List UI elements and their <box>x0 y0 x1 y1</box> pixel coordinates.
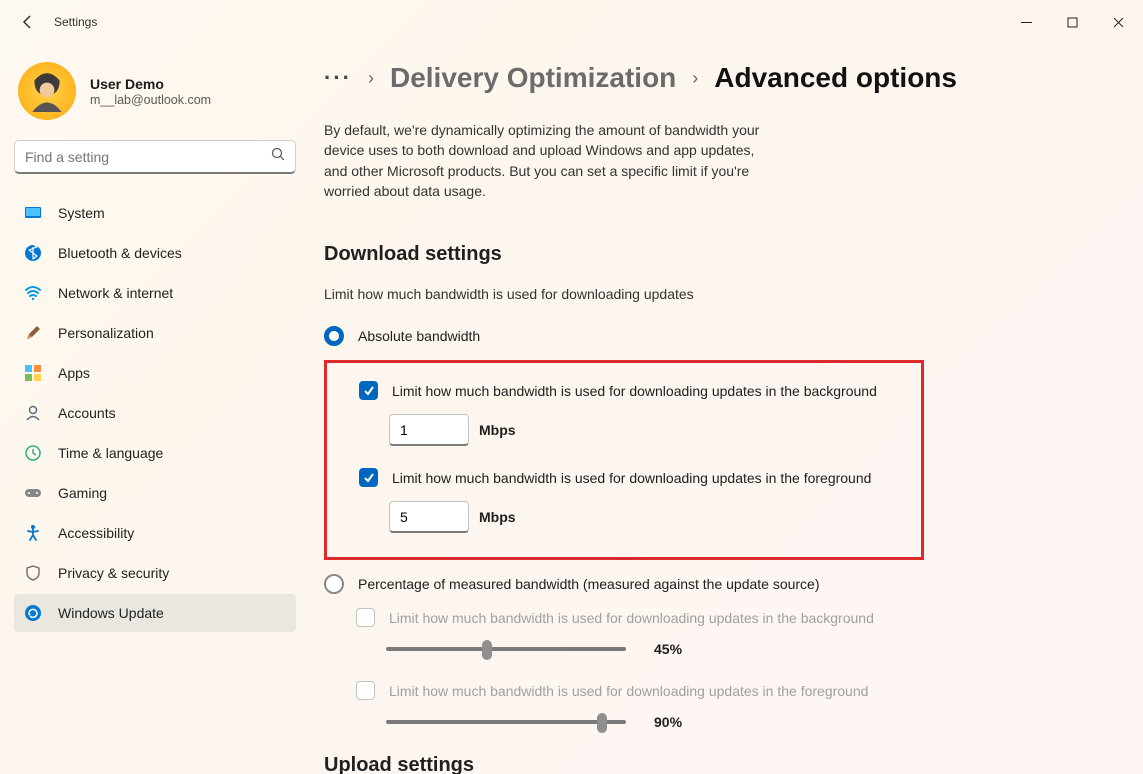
chevron-right-icon: › <box>368 68 374 89</box>
slider-thumb <box>597 713 607 733</box>
window-controls <box>1003 6 1141 38</box>
nav-item-apps[interactable]: Apps <box>14 354 296 392</box>
download-heading: Download settings <box>324 243 1115 266</box>
nav-label: Bluetooth & devices <box>58 245 182 261</box>
search-icon <box>271 147 285 166</box>
checkbox-background-limit[interactable]: Limit how much bandwidth is used for dow… <box>359 381 901 400</box>
intro-text: By default, we're dynamically optimizing… <box>324 120 764 201</box>
brush-icon <box>24 324 42 342</box>
slider-value: 90% <box>654 714 682 730</box>
slider-pct-background <box>386 647 626 651</box>
nav-label: Network & internet <box>58 285 173 301</box>
search-box[interactable] <box>14 140 296 174</box>
nav-item-accessibility[interactable]: Accessibility <box>14 514 296 552</box>
nav-item-personalization[interactable]: Personalization <box>14 314 296 352</box>
nav-label: Privacy & security <box>58 565 169 581</box>
nav-item-network[interactable]: Network & internet <box>14 274 296 312</box>
nav-list: System Bluetooth & devices Network & int… <box>14 194 296 632</box>
nav-item-time[interactable]: Time & language <box>14 434 296 472</box>
apps-icon <box>24 364 42 382</box>
unit-label: Mbps <box>479 509 516 525</box>
wifi-icon <box>24 284 42 302</box>
nav-item-privacy[interactable]: Privacy & security <box>14 554 296 592</box>
clock-icon <box>24 444 42 462</box>
gamepad-icon <box>24 484 42 502</box>
slider-pct-foreground <box>386 720 626 724</box>
accessibility-icon <box>24 524 42 542</box>
nav-label: Personalization <box>58 325 154 341</box>
checkbox-pct-foreground: Limit how much bandwidth is used for dow… <box>356 681 1115 700</box>
radio-label: Absolute bandwidth <box>358 328 480 344</box>
radio-absolute-bandwidth[interactable]: Absolute bandwidth <box>324 326 1115 346</box>
radio-icon <box>324 326 344 346</box>
foreground-mbps-input[interactable] <box>389 501 469 533</box>
nav-item-accounts[interactable]: Accounts <box>14 394 296 432</box>
close-button[interactable] <box>1095 6 1141 38</box>
nav-label: Apps <box>58 365 90 381</box>
chevron-right-icon: › <box>692 68 698 89</box>
nav-item-system[interactable]: System <box>14 194 296 232</box>
maximize-button[interactable] <box>1049 6 1095 38</box>
titlebar: Settings <box>0 0 1143 44</box>
radio-label: Percentage of measured bandwidth (measur… <box>358 576 820 592</box>
sidebar: User Demo m__lab@outlook.com System Blue… <box>0 44 310 774</box>
upload-heading: Upload settings <box>324 754 1115 774</box>
radio-percentage-bandwidth[interactable]: Percentage of measured bandwidth (measur… <box>324 574 1115 594</box>
nav-label: Accessibility <box>58 525 134 541</box>
unit-label: Mbps <box>479 422 516 438</box>
person-icon <box>24 404 42 422</box>
nav-label: Accounts <box>58 405 116 421</box>
nav-label: Windows Update <box>58 605 164 621</box>
profile-name: User Demo <box>90 76 211 92</box>
nav-item-gaming[interactable]: Gaming <box>14 474 296 512</box>
checkbox-label: Limit how much bandwidth is used for dow… <box>389 683 868 699</box>
window-title: Settings <box>54 15 97 29</box>
highlight-box: Limit how much bandwidth is used for dow… <box>324 360 924 560</box>
nav-label: Time & language <box>58 445 163 461</box>
slider-thumb <box>482 640 492 660</box>
update-icon <box>24 604 42 622</box>
breadcrumb-parent[interactable]: Delivery Optimization <box>390 62 676 94</box>
checkbox-icon <box>359 468 378 487</box>
system-icon <box>24 204 42 222</box>
profile-block[interactable]: User Demo m__lab@outlook.com <box>18 62 296 120</box>
breadcrumb-more[interactable]: ··· <box>324 65 352 91</box>
breadcrumb-current: Advanced options <box>714 62 957 94</box>
shield-icon <box>24 564 42 582</box>
checkbox-icon <box>356 608 375 627</box>
background-mbps-input[interactable] <box>389 414 469 446</box>
checkbox-label: Limit how much bandwidth is used for dow… <box>389 610 874 626</box>
nav-item-windows-update[interactable]: Windows Update <box>14 594 296 632</box>
avatar <box>18 62 76 120</box>
checkbox-icon <box>359 381 378 400</box>
nav-label: System <box>58 205 105 221</box>
minimize-button[interactable] <box>1003 6 1049 38</box>
content-area: ··· › Delivery Optimization › Advanced o… <box>310 44 1143 774</box>
checkbox-icon <box>356 681 375 700</box>
search-input[interactable] <box>25 149 271 165</box>
radio-icon <box>324 574 344 594</box>
breadcrumb: ··· › Delivery Optimization › Advanced o… <box>324 62 1115 94</box>
checkbox-foreground-limit[interactable]: Limit how much bandwidth is used for dow… <box>359 468 901 487</box>
nav-label: Gaming <box>58 485 107 501</box>
checkbox-label: Limit how much bandwidth is used for dow… <box>392 470 871 486</box>
download-subheading: Limit how much bandwidth is used for dow… <box>324 286 1115 302</box>
checkbox-label: Limit how much bandwidth is used for dow… <box>392 383 877 399</box>
profile-email: m__lab@outlook.com <box>90 93 211 107</box>
checkbox-pct-background: Limit how much bandwidth is used for dow… <box>356 608 1115 627</box>
back-button[interactable] <box>20 14 36 30</box>
nav-item-bluetooth[interactable]: Bluetooth & devices <box>14 234 296 272</box>
slider-value: 45% <box>654 641 682 657</box>
bluetooth-icon <box>24 244 42 262</box>
